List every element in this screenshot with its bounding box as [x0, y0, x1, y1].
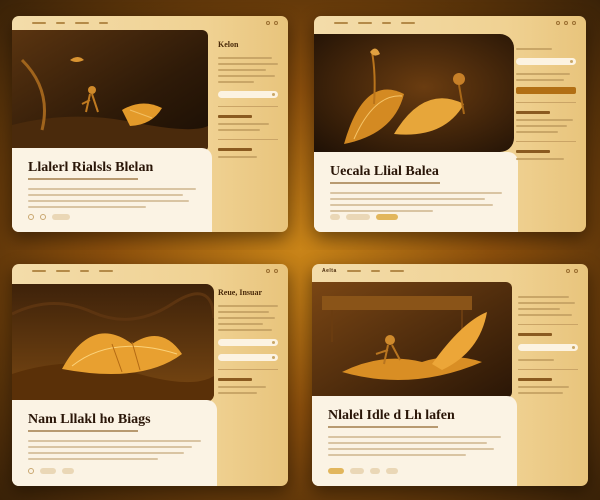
hero-subtitle: [28, 430, 138, 432]
play-icon[interactable]: [28, 214, 34, 220]
user-icon[interactable]: [574, 269, 578, 273]
hero-title: Nlalel Idle d Lh lafen: [328, 408, 455, 423]
search-icon[interactable]: [556, 21, 560, 25]
nav-item[interactable]: [389, 270, 404, 272]
nav-item[interactable]: [56, 270, 70, 272]
sidebar-heading: [518, 333, 552, 336]
nav-item[interactable]: [32, 270, 46, 272]
hero-artwork: [12, 284, 214, 402]
search-icon[interactable]: [566, 269, 570, 273]
search-icon[interactable]: [266, 269, 270, 273]
top-icons: [266, 21, 278, 25]
sidebar: [506, 30, 586, 232]
action-button[interactable]: [370, 468, 380, 474]
nav-item[interactable]: [382, 22, 391, 24]
website-mockup: Llalerl Rialsls Blelan Kelon: [12, 16, 288, 232]
hero-body: [328, 436, 501, 460]
top-nav: Aelta: [312, 264, 588, 278]
hero-actions: [28, 214, 70, 220]
hero-subtitle: [28, 178, 138, 180]
hero-body: [28, 188, 196, 212]
hero-subtitle: [330, 182, 440, 184]
action-button[interactable]: [346, 214, 370, 220]
mockup-panel-4: Aelta Nlalel Idle d Lh lafen: [300, 250, 600, 500]
hero-actions: [328, 468, 398, 474]
nav-item[interactable]: [99, 22, 108, 24]
sidebar-title: Kelon: [218, 40, 239, 49]
user-icon[interactable]: [274, 21, 278, 25]
nav-item[interactable]: [75, 22, 89, 24]
action-button[interactable]: [330, 214, 340, 220]
sidebar-heading: [518, 378, 552, 381]
search-input[interactable]: [218, 91, 278, 98]
hero-actions: [28, 468, 74, 474]
top-nav: [314, 16, 586, 30]
sidebar: [508, 278, 588, 486]
sidebar-title: Reue, Insuar: [218, 288, 263, 297]
sidebar: Kelon: [208, 30, 288, 232]
play-icon[interactable]: [28, 468, 34, 474]
hero-title: Uecala Llial Balea: [330, 164, 439, 179]
website-mockup: Nam Lllakl ho Biags Reue, Insuar: [12, 264, 288, 486]
mockup-panel-2: Uecala Llial Balea: [300, 0, 600, 250]
nav-item[interactable]: [358, 22, 372, 24]
sidebar-heading: [516, 150, 550, 153]
share-icon[interactable]: [40, 214, 46, 220]
user-icon[interactable]: [572, 21, 576, 25]
sidebar-heading: [516, 111, 550, 114]
action-button[interactable]: [52, 214, 70, 220]
nav-item[interactable]: [370, 270, 380, 272]
nav-item[interactable]: [56, 22, 65, 24]
hero-title: Llalerl Rialsls Blelan: [28, 160, 154, 175]
top-nav: [12, 16, 288, 30]
nav-item[interactable]: [80, 270, 89, 272]
search-input[interactable]: [516, 58, 576, 65]
nav-item[interactable]: [334, 22, 348, 24]
email-field[interactable]: [218, 354, 278, 361]
sidebar-heading: [218, 378, 252, 381]
action-button[interactable]: [40, 468, 56, 474]
hero-card: Nlalel Idle d Lh lafen: [312, 396, 517, 486]
nav-item[interactable]: [346, 270, 361, 272]
mockup-panel-3: Nam Lllakl ho Biags Reue, Insuar: [0, 250, 300, 500]
search-icon[interactable]: [266, 21, 270, 25]
top-icons: [566, 269, 578, 273]
nav-item[interactable]: [99, 270, 113, 272]
hero-artwork: [314, 34, 514, 152]
hero-title: Nam Lllakl ho Biags: [28, 412, 151, 427]
top-icons: [556, 21, 576, 25]
subscribe-button[interactable]: [516, 87, 576, 94]
hero-card: Llalerl Rialsls Blelan: [12, 148, 212, 232]
sidebar-heading: [218, 115, 252, 118]
hero-subtitle: [328, 426, 438, 428]
website-mockup: Uecala Llial Balea: [314, 16, 586, 232]
hero-artwork: [312, 282, 512, 398]
top-nav: [12, 264, 288, 278]
sidebar-heading: [218, 148, 252, 151]
cart-icon[interactable]: [564, 21, 568, 25]
nav-item[interactable]: [401, 22, 415, 24]
hero-card: Nam Lllakl ho Biags: [12, 400, 217, 486]
action-button[interactable]: [350, 468, 364, 474]
hero-body: [28, 440, 201, 464]
top-icons: [266, 269, 278, 273]
primary-button[interactable]: [328, 468, 344, 474]
action-button[interactable]: [386, 468, 398, 474]
hero-artwork: [12, 30, 208, 152]
primary-button[interactable]: [376, 214, 398, 220]
search-input[interactable]: [218, 339, 278, 346]
mockup-panel-1: Llalerl Rialsls Blelan Kelon: [0, 0, 300, 250]
hero-card: Uecala Llial Balea: [314, 152, 518, 232]
hero-actions: [330, 214, 398, 220]
hero-body: [330, 192, 502, 216]
cart-icon[interactable]: [274, 269, 278, 273]
website-mockup: Aelta Nlalel Idle d Lh lafen: [312, 264, 588, 486]
sidebar: Reue, Insuar: [208, 278, 288, 486]
search-input[interactable]: [518, 344, 578, 351]
brand-logo[interactable]: Aelta: [322, 268, 337, 274]
nav-item[interactable]: [32, 22, 46, 24]
action-button[interactable]: [62, 468, 74, 474]
